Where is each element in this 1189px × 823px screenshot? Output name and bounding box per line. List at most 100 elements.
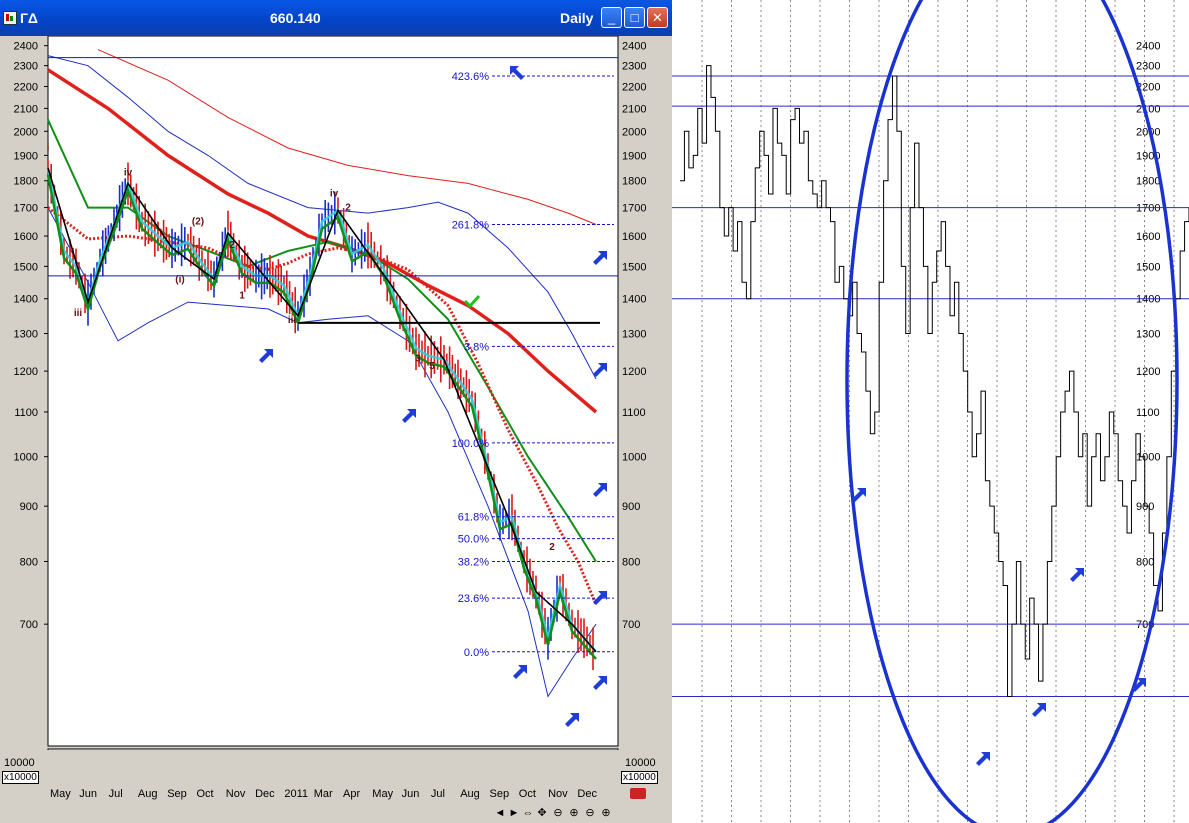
wave-label: iii — [74, 308, 83, 319]
wave-label: i — [47, 142, 50, 153]
y-tick-label-left: 1000 — [14, 452, 38, 464]
wave-label: iii — [288, 315, 297, 326]
app-icon[interactable] — [3, 11, 17, 25]
y-tick-label: 2400 — [1136, 41, 1160, 53]
scroll-left-icon[interactable]: ◄ — [493, 806, 507, 820]
x-tick-label: Apr — [343, 788, 361, 800]
x-tick-label: Jun — [79, 788, 98, 800]
x-tick-label: Jul — [430, 788, 445, 800]
minimize-icon: _ — [607, 10, 616, 25]
y-tick-label: 1700 — [1136, 203, 1160, 215]
price-chart[interactable]: 2400 2400 2300 2300 2200 2200 2100 2100 2000 2000… — [0, 36, 672, 750]
wave-label: 1 — [239, 291, 245, 302]
y-tick-label-right: 1900 — [622, 150, 646, 162]
cycle-chart[interactable]: 2400230022002100200019001800170016001500… — [672, 0, 1189, 823]
y-tick-label-right: 1000 — [622, 452, 646, 464]
scroll-right-icon[interactable]: ► — [507, 806, 521, 820]
x-tick-label: Jul — [108, 788, 123, 800]
chart-window: ГΔ 660.140 Daily _ □ ✕ 2400 2400 2300 2300 2… — [0, 0, 672, 823]
move-icon[interactable]: ✥ — [535, 806, 549, 820]
y-tick-label-left: 1100 — [14, 407, 38, 419]
window-title-symbol: ГΔ — [20, 10, 38, 26]
wave-label: (2) — [192, 216, 204, 227]
y-tick-label-right: 1700 — [622, 203, 646, 215]
x-tick-label: Dec — [255, 788, 275, 800]
y-tick-label-right: 1600 — [622, 231, 646, 243]
wave-label: 3 — [415, 353, 421, 364]
y-tick-label: 1000 — [1136, 452, 1160, 464]
y-tick-label: 1300 — [1136, 329, 1160, 341]
y-tick-label-right: 1400 — [622, 294, 646, 306]
x-tick-label: May — [372, 788, 394, 800]
fibonacci-level-label: 0.0% — [464, 647, 489, 659]
y-tick-label-left: 700 — [20, 619, 38, 631]
x-tick-label: Nov — [225, 788, 246, 800]
maximize-button[interactable]: □ — [624, 7, 645, 28]
x-tick-label: Aug — [460, 788, 480, 800]
zoom-in-alt-icon[interactable]: ⊕ — [599, 806, 613, 820]
x-tick-label: May — [50, 788, 71, 800]
wave-label: (i) — [175, 274, 184, 285]
y-tick-label: 1200 — [1136, 366, 1160, 378]
x-tick-label: Mar — [313, 788, 333, 800]
y-tick-label-right: 2000 — [622, 126, 646, 138]
volume-flag-icon[interactable] — [630, 788, 646, 799]
zoom-out-alt-icon[interactable]: ⊖ — [583, 806, 597, 820]
fibonacci-level-label: 61.8% — [458, 512, 489, 524]
fibonacci-level-label: 50.0% — [458, 534, 489, 546]
y-tick-label-left: 1800 — [14, 176, 38, 188]
volume-scale-left: x10000 — [2, 771, 39, 784]
fibonacci-level-label: 261.8% — [452, 219, 490, 231]
wave-label: 2 — [345, 202, 351, 213]
y-tick-label-right: 2100 — [622, 103, 646, 115]
fibonacci-level-label: 3.8% — [464, 341, 489, 353]
wave-label: 2 — [229, 240, 235, 251]
y-tick-label-right: 700 — [622, 619, 640, 631]
volume-panel — [47, 748, 619, 750]
x-tick-label: Aug — [137, 788, 158, 800]
y-tick-label-left: 1900 — [14, 150, 38, 162]
close-button[interactable]: ✕ — [647, 7, 668, 28]
fibonacci-level-label: 38.2% — [458, 556, 489, 568]
y-tick-label: 1800 — [1136, 176, 1160, 188]
wave-label: iv — [330, 189, 339, 200]
y-tick-label: 800 — [1136, 556, 1154, 568]
zoom-in-icon[interactable]: ⊕ — [567, 806, 581, 820]
zoom-out-icon[interactable]: ⊖ — [551, 806, 565, 820]
y-tick-label-right: 2300 — [622, 61, 646, 73]
chart-navigation-bar: ◄ ► ⇔ ✥ ⊖ ⊕ ⊖ ⊕ — [0, 803, 672, 823]
y-tick-label-left: 1400 — [14, 294, 38, 306]
y-tick-label-left: 2000 — [14, 126, 38, 138]
y-tick-label-right: 1200 — [622, 366, 646, 378]
x-tick-label: 2011 — [284, 788, 309, 800]
y-tick-label: 2100 — [1136, 103, 1160, 115]
y-tick-label: 1400 — [1136, 294, 1160, 306]
x-tick-label: Dec — [577, 788, 597, 800]
y-tick-label-left: 2400 — [14, 41, 38, 53]
y-tick-label-left: 1700 — [14, 203, 38, 215]
window-titlebar[interactable]: ГΔ 660.140 Daily _ □ ✕ — [0, 0, 672, 36]
wave-label: iv — [124, 168, 133, 179]
y-tick-label-right: 1800 — [622, 176, 646, 188]
x-tick-label: Jun — [401, 788, 420, 800]
y-tick-label-right: 1500 — [622, 261, 646, 273]
maximize-icon: □ — [630, 10, 639, 25]
y-tick-label-left: 1300 — [14, 329, 38, 341]
y-tick-label-left: 2300 — [14, 61, 38, 73]
fibonacci-level-label: 100.0% — [452, 438, 490, 450]
y-tick-label-left: 2200 — [14, 82, 38, 94]
x-tick-label: Oct — [196, 788, 214, 800]
wave-label: 5 — [429, 361, 435, 372]
y-tick-label-right: 800 — [622, 556, 640, 568]
x-tick-label: Sep — [167, 788, 187, 800]
y-tick-label-right: 1100 — [622, 407, 646, 419]
compress-icon[interactable]: ⇔ — [521, 806, 535, 820]
y-tick-label-right: 1300 — [622, 329, 646, 341]
minimize-button[interactable]: _ — [601, 7, 622, 28]
y-tick-label: 1100 — [1136, 407, 1160, 419]
y-tick-label-left: 2100 — [14, 103, 38, 115]
fibonacci-level-label: 23.6% — [458, 593, 489, 605]
y-tick-label: 1600 — [1136, 231, 1160, 243]
wave-label: 2 — [549, 542, 555, 553]
x-tick-label: Oct — [518, 788, 536, 800]
